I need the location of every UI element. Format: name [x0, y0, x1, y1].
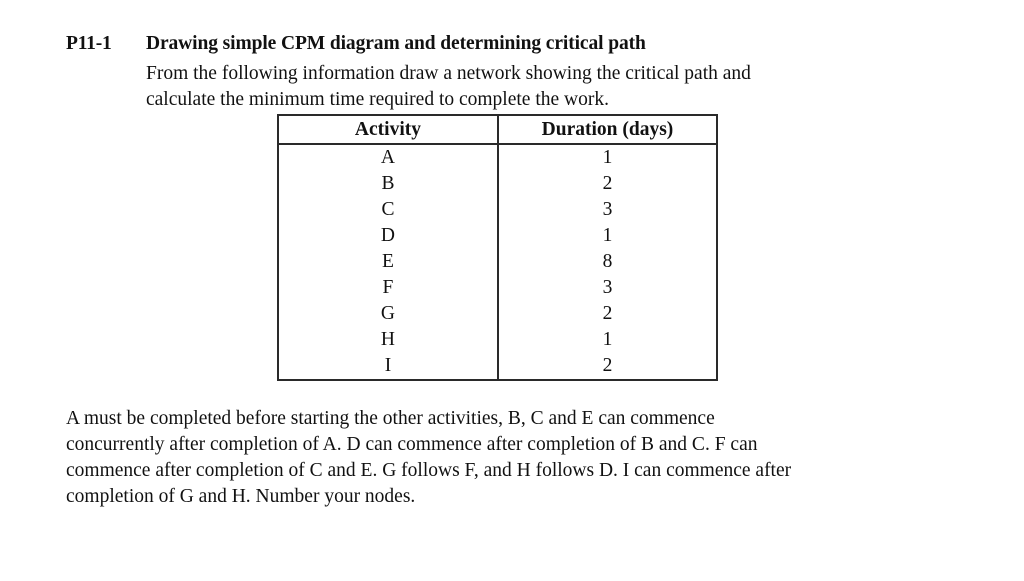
cell-duration: 3 [602, 277, 613, 298]
table-row: D 1 [278, 223, 717, 249]
table-row: B 2 [278, 171, 717, 197]
table-row: G 2 [278, 301, 717, 327]
cell-activity: E [278, 249, 499, 275]
cell-activity: G [278, 301, 499, 327]
conditions-line-1: A must be completed before starting the … [66, 408, 715, 429]
document-page: P11-1 Drawing simple CPM diagram and det… [0, 0, 1024, 581]
table-row: I 2 [278, 353, 717, 380]
cell-duration: 8 [602, 251, 613, 272]
cell-duration: 1 [602, 329, 613, 350]
table-row: C 3 [278, 197, 717, 223]
conditions-line-3: commence after completion of C and E. G … [66, 460, 792, 481]
activity-duration-table: Activity Duration (days) A 1 B 2 C 3 D 1 [277, 114, 718, 381]
cell-duration: 1 [602, 147, 613, 168]
cell-duration: 1 [602, 225, 613, 246]
table-body: A 1 B 2 C 3 D 1 E 8 F 3 G 2 H 1 I 2 [278, 144, 717, 380]
table-header-row: Activity Duration (days) [278, 115, 717, 145]
cell-activity: A [278, 144, 499, 171]
column-header-activity: Activity [278, 115, 499, 145]
cell-duration: 2 [602, 303, 613, 324]
table-row: E 8 [278, 249, 717, 275]
cell-duration: 2 [602, 173, 613, 194]
intro-line-1: From the following information draw a ne… [146, 63, 751, 84]
cell-activity: I [278, 353, 499, 380]
conditions-line-2: concurrently after completion of A. D ca… [66, 434, 758, 455]
cell-activity: H [278, 327, 499, 353]
table-row: F 3 [278, 275, 717, 301]
conditions-paragraph: A must be completed before starting the … [66, 406, 932, 510]
table-header: Activity Duration (days) [278, 115, 717, 145]
column-header-duration: Duration (days) [497, 115, 717, 145]
problem-title: Drawing simple CPM diagram and determini… [146, 33, 646, 54]
cell-duration: 2 [602, 355, 613, 376]
problem-heading: P11-1 Drawing simple CPM diagram and det… [66, 33, 946, 55]
cell-activity: F [278, 275, 499, 301]
cell-activity: C [278, 197, 499, 223]
cell-activity: D [278, 223, 499, 249]
table-row: A 1 [278, 144, 717, 171]
table-row: H 1 [278, 327, 717, 353]
intro-paragraph: From the following information draw a ne… [146, 61, 932, 113]
problem-number: P11-1 [66, 33, 112, 54]
conditions-line-4: completion of G and H. Number your nodes… [66, 486, 416, 507]
intro-line-2: calculate the minimum time required to c… [146, 89, 609, 110]
cell-duration: 3 [602, 199, 613, 220]
cell-activity: B [278, 171, 499, 197]
